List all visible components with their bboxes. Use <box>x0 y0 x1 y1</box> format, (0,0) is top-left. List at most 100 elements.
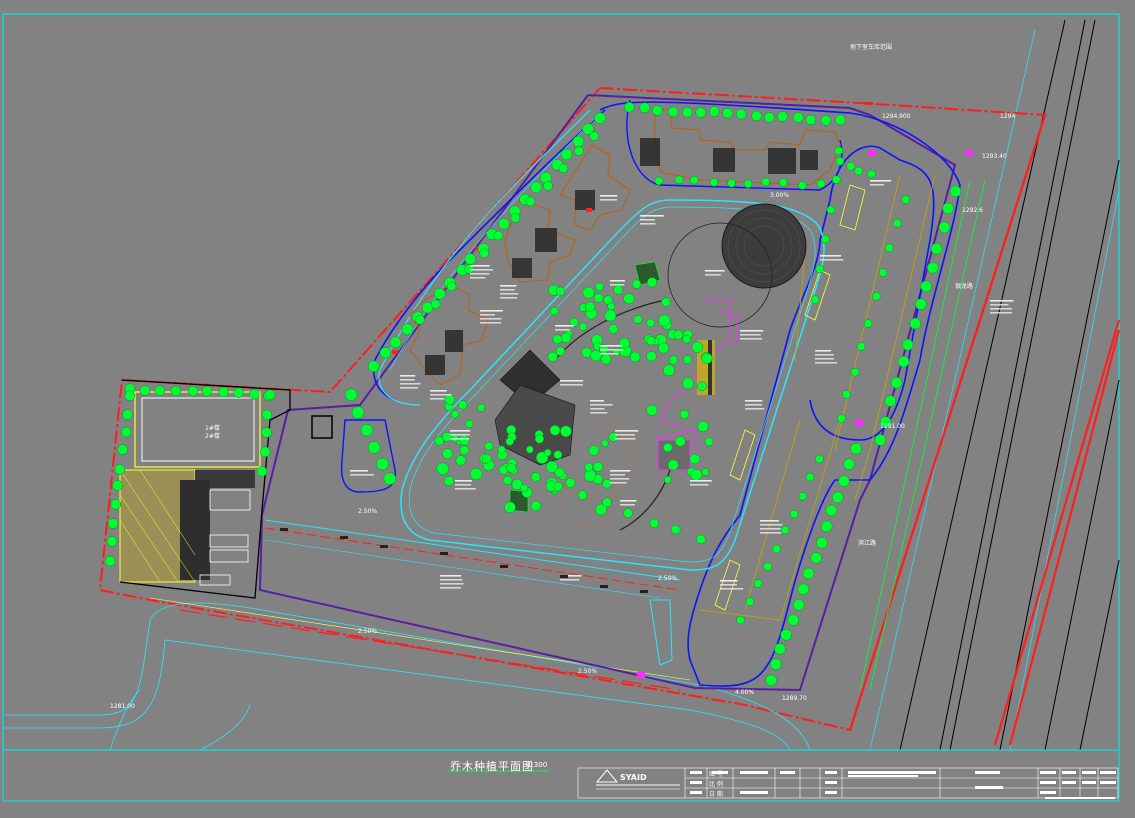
tree-canopy <box>691 341 704 353</box>
tree-canopy <box>834 146 844 156</box>
plant-note-mark <box>745 404 763 406</box>
tree-canopy <box>872 292 881 301</box>
slope-label-3: 2.50% <box>578 668 597 675</box>
plant-note-mark <box>760 520 779 522</box>
plant-note-mark <box>820 255 842 257</box>
plant-note-mark <box>615 434 636 436</box>
tree-canopy <box>661 297 671 307</box>
tree-canopy <box>663 442 673 453</box>
tree-canopy <box>901 339 914 351</box>
tree-canopy <box>846 162 855 171</box>
plant-note-mark <box>590 400 605 402</box>
tree-canopy <box>534 434 545 444</box>
tree-canopy <box>545 460 558 473</box>
tree-canopy <box>592 461 604 472</box>
tree-canopy <box>549 425 561 436</box>
elevation-2: 1294 <box>1000 113 1015 120</box>
tree-canopy <box>901 195 911 204</box>
tree-canopy <box>602 479 612 489</box>
tree-canopy <box>649 518 659 529</box>
plant-note-mark <box>480 318 502 320</box>
tree-canopy <box>631 279 642 289</box>
tree-canopy <box>885 243 894 253</box>
tree-canopy <box>787 614 799 626</box>
tree-canopy <box>838 475 850 487</box>
tree-canopy <box>897 355 910 368</box>
tree-canopy <box>256 466 268 477</box>
tree-canopy <box>600 353 612 365</box>
slope-label-4: 4.00% <box>735 689 754 696</box>
road-mark <box>600 585 608 588</box>
tree-canopy <box>607 302 616 311</box>
road-mark <box>500 565 508 568</box>
tree-canopy <box>658 342 670 354</box>
tree-canopy <box>531 472 541 482</box>
elevation-5: 1291.00 <box>880 423 905 430</box>
tree-canopy <box>697 381 707 392</box>
plant-note-mark <box>600 195 618 197</box>
elevation-3: 1293.40 <box>982 153 1007 160</box>
tree-canopy <box>482 453 492 464</box>
east-road-label: 银龙路 <box>955 282 973 290</box>
tree-canopy <box>464 253 477 265</box>
tree-canopy <box>837 414 846 423</box>
tree-canopy <box>850 442 862 455</box>
tree-canopy <box>593 293 604 303</box>
tree-canopy <box>727 179 736 188</box>
plant-note-mark <box>450 438 470 440</box>
top-note-label: 地下室车库范围 <box>850 43 892 51</box>
tree-canopy <box>815 264 825 274</box>
tree-canopy <box>842 390 851 399</box>
plant-note-mark <box>440 579 463 581</box>
plant-note-mark <box>620 504 635 506</box>
tree-canopy <box>793 112 804 123</box>
title-table-fills <box>690 771 1116 799</box>
tree-canopy <box>927 262 939 274</box>
plant-note-mark <box>500 297 518 299</box>
building-b-label: 2#楼 <box>205 432 220 440</box>
plant-note-mark <box>720 580 738 582</box>
plant-note-mark <box>430 398 445 400</box>
tree-canopy <box>683 355 692 365</box>
east-road-lines <box>899 19 1120 751</box>
tree-canopy <box>502 475 513 486</box>
plant-note-mark <box>470 277 486 279</box>
tree-canopy <box>122 409 133 420</box>
tree-canopy <box>736 615 745 625</box>
plant-note-mark <box>350 474 374 476</box>
plant-note-mark <box>815 362 837 364</box>
south-cyan-line <box>264 519 681 581</box>
tree-canopy <box>367 441 381 454</box>
road-mark <box>640 590 648 593</box>
cad-drawing-canvas[interactable]: 地下室车库范围 银龙路 滨江路 1294.900 1294 1293.40 12… <box>0 0 1135 814</box>
plant-note-mark <box>430 394 452 396</box>
plant-note-mark <box>480 310 503 312</box>
plant-note-mark <box>705 274 721 276</box>
plant-note-mark <box>610 482 627 484</box>
tree-canopy <box>443 475 454 487</box>
tree-canopy <box>543 181 553 191</box>
tree-canopy <box>701 468 710 476</box>
tree-canopy <box>504 501 516 514</box>
tree-canopy <box>187 385 199 397</box>
tree-canopy <box>510 213 521 223</box>
tree-canopy <box>646 351 657 362</box>
plant-note-mark <box>555 329 571 331</box>
plant-note-mark <box>610 280 625 282</box>
tree-canopy <box>117 444 128 455</box>
plant-note-mark <box>610 284 625 286</box>
building-a-label: 1#楼 <box>205 424 220 432</box>
tree-canopy <box>798 491 807 501</box>
tree-canopy <box>608 324 619 334</box>
plant-note-mark <box>870 180 892 182</box>
tree-canopy <box>646 404 658 416</box>
tree-canopy <box>654 176 664 186</box>
tree-canopy <box>455 455 466 466</box>
plant-note-mark <box>760 532 782 534</box>
road-mark <box>340 536 348 539</box>
west-building-block <box>119 391 261 586</box>
tree-canopy <box>780 525 790 535</box>
site-plan-svg[interactable]: 地下室车库范围 银龙路 滨江路 1294.900 1294 1293.40 12… <box>0 0 1135 814</box>
plant-note-mark <box>590 408 605 410</box>
tree-canopy <box>701 352 713 364</box>
